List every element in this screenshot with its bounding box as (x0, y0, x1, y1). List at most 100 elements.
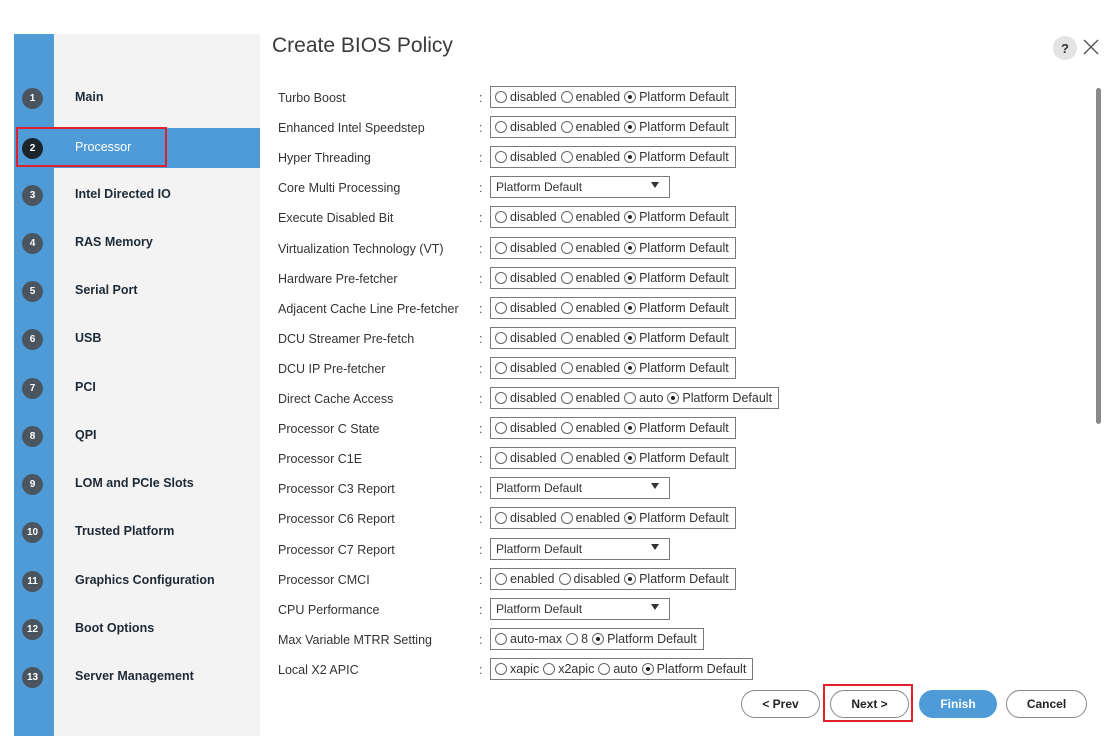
radio-option[interactable]: enabled (560, 90, 620, 104)
radio-unchecked-icon[interactable] (560, 91, 573, 103)
radio-option[interactable]: Platform Default (624, 511, 729, 525)
radio-unchecked-icon[interactable] (598, 662, 611, 675)
radio-option[interactable]: disabled (495, 301, 557, 315)
step-intel-directed-io[interactable]: 3 Intel Directed IO (14, 175, 260, 215)
radio-option[interactable]: enabled (560, 361, 620, 375)
dropdown-select[interactable]: Platform Default (490, 176, 670, 199)
radio-unchecked-icon[interactable] (560, 361, 573, 374)
radio-unchecked-icon[interactable] (495, 211, 507, 224)
radio-option[interactable]: disabled (495, 90, 557, 104)
radio-option[interactable]: enabled (560, 301, 620, 315)
finish-button[interactable]: Finish (919, 690, 997, 718)
radio-option[interactable]: disabled (495, 210, 557, 224)
radio-checked-icon[interactable] (624, 452, 637, 465)
radio-option[interactable]: Platform Default (624, 90, 729, 104)
radio-option[interactable]: Platform Default (624, 572, 729, 586)
radio-option[interactable]: x2apic (543, 662, 594, 676)
radio-option[interactable]: disabled (495, 421, 557, 435)
radio-checked-icon[interactable] (624, 301, 637, 314)
step-graphics-configuration[interactable]: 11 Graphics Configuration (14, 561, 260, 601)
radio-checked-icon[interactable] (624, 91, 637, 103)
radio-option[interactable]: Platform Default (624, 120, 729, 134)
radio-option[interactable]: enabled (560, 331, 620, 345)
radio-unchecked-icon[interactable] (495, 151, 507, 164)
radio-option[interactable]: disabled (495, 451, 557, 465)
step-lom-and-pcie-slots[interactable]: 9 LOM and PCIe Slots (14, 464, 260, 504)
radio-unchecked-icon[interactable] (495, 361, 507, 374)
step-serial-port[interactable]: 5 Serial Port (14, 271, 260, 311)
radio-option[interactable]: xapic (495, 662, 539, 676)
radio-option[interactable]: enabled (560, 150, 620, 164)
radio-unchecked-icon[interactable] (495, 271, 507, 284)
radio-checked-icon[interactable] (624, 241, 637, 254)
radio-option[interactable]: enabled (560, 241, 620, 255)
radio-option[interactable]: disabled (495, 361, 557, 375)
radio-option[interactable]: disabled (495, 511, 557, 525)
radio-option[interactable]: Platform Default (667, 391, 772, 405)
radio-option[interactable]: Platform Default (624, 451, 729, 465)
radio-unchecked-icon[interactable] (560, 271, 573, 284)
radio-option[interactable]: disabled (495, 150, 557, 164)
radio-option[interactable]: Platform Default (624, 301, 729, 315)
radio-unchecked-icon[interactable] (560, 151, 573, 164)
radio-unchecked-icon[interactable] (560, 241, 573, 254)
radio-unchecked-icon[interactable] (560, 301, 573, 314)
radio-option[interactable]: Platform Default (592, 632, 697, 646)
radio-unchecked-icon[interactable] (558, 572, 571, 585)
radio-unchecked-icon[interactable] (560, 452, 573, 465)
radio-checked-icon[interactable] (624, 211, 637, 224)
radio-unchecked-icon[interactable] (495, 512, 507, 525)
radio-option[interactable]: Platform Default (641, 662, 746, 676)
radio-option[interactable]: 8 (566, 632, 588, 646)
dropdown-select[interactable]: Platform Default (490, 477, 670, 500)
scrollbar-thumb[interactable] (1096, 88, 1101, 424)
radio-checked-icon[interactable] (624, 572, 637, 585)
dropdown-select[interactable]: Platform Default (490, 537, 670, 560)
radio-option[interactable]: Platform Default (624, 361, 729, 375)
radio-checked-icon[interactable] (624, 422, 637, 435)
radio-unchecked-icon[interactable] (560, 422, 573, 435)
radio-option[interactable]: enabled (495, 572, 555, 586)
radio-checked-icon[interactable] (624, 121, 637, 134)
radio-option[interactable]: disabled (495, 271, 557, 285)
radio-option[interactable]: disabled (495, 241, 557, 255)
step-boot-options[interactable]: 12 Boot Options (14, 609, 260, 649)
cancel-button[interactable]: Cancel (1006, 690, 1087, 718)
radio-unchecked-icon[interactable] (560, 211, 573, 224)
radio-unchecked-icon[interactable] (495, 301, 507, 314)
radio-option[interactable]: Platform Default (624, 271, 729, 285)
step-usb[interactable]: 6 USB (14, 319, 260, 359)
radio-unchecked-icon[interactable] (495, 662, 507, 675)
radio-unchecked-icon[interactable] (495, 392, 507, 404)
radio-unchecked-icon[interactable] (495, 91, 507, 103)
radio-checked-icon[interactable] (641, 662, 654, 675)
radio-unchecked-icon[interactable] (560, 331, 573, 344)
radio-option[interactable]: enabled (560, 210, 620, 224)
radio-option[interactable]: auto (598, 662, 638, 676)
radio-option[interactable]: enabled (560, 271, 620, 285)
radio-checked-icon[interactable] (624, 361, 637, 374)
radio-option[interactable]: enabled (560, 421, 620, 435)
radio-unchecked-icon[interactable] (560, 121, 573, 134)
radio-option[interactable]: disabled (495, 120, 557, 134)
radio-unchecked-icon[interactable] (495, 632, 507, 645)
radio-option[interactable]: enabled (560, 120, 620, 134)
radio-unchecked-icon[interactable] (495, 572, 507, 585)
radio-checked-icon[interactable] (624, 331, 637, 344)
radio-unchecked-icon[interactable] (560, 512, 573, 525)
radio-option[interactable]: Platform Default (624, 421, 729, 435)
radio-option[interactable]: Platform Default (624, 241, 729, 255)
step-pci[interactable]: 7 PCI (14, 368, 260, 408)
radio-checked-icon[interactable] (667, 392, 680, 404)
radio-option[interactable]: Platform Default (624, 210, 729, 224)
radio-checked-icon[interactable] (624, 151, 637, 164)
radio-unchecked-icon[interactable] (495, 241, 507, 254)
radio-unchecked-icon[interactable] (566, 632, 579, 645)
radio-option[interactable]: disabled (558, 572, 620, 586)
radio-option[interactable]: disabled (495, 391, 557, 405)
radio-unchecked-icon[interactable] (543, 662, 556, 675)
close-button[interactable] (1080, 34, 1102, 60)
radio-unchecked-icon[interactable] (560, 392, 573, 404)
step-main[interactable]: 1 Main (14, 78, 260, 118)
radio-unchecked-icon[interactable] (624, 392, 637, 404)
